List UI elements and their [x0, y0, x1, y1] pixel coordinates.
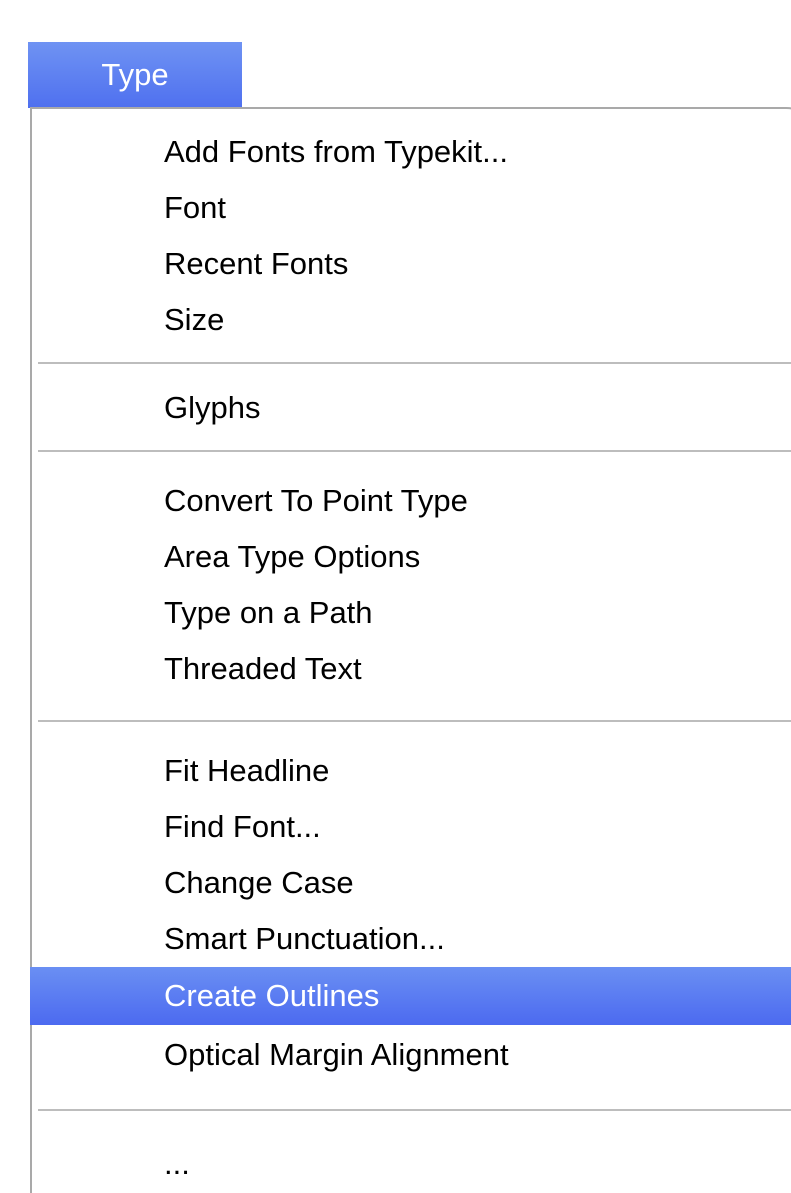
menu-item-change-case[interactable]: Change Case	[32, 855, 791, 911]
menu-item-smart-punctuation[interactable]: Smart Punctuation...	[32, 911, 791, 967]
menu-title-type[interactable]: Type	[28, 42, 242, 108]
menu-item-more[interactable]: ...	[32, 1136, 791, 1192]
menu-item-type-on-a-path[interactable]: Type on a Path	[32, 585, 791, 641]
menu-item-add-fonts-from-typekit[interactable]: Add Fonts from Typekit...	[32, 124, 791, 180]
menu-item-recent-fonts[interactable]: Recent Fonts	[32, 236, 791, 292]
menu-item-optical-margin-alignment[interactable]: Optical Margin Alignment	[32, 1027, 791, 1083]
menu-item-threaded-text[interactable]: Threaded Text	[32, 641, 791, 697]
menu-item-fit-headline[interactable]: Fit Headline	[32, 743, 791, 799]
menu-item-font[interactable]: Font	[32, 180, 791, 236]
menu-item-create-outlines[interactable]: Create Outlines	[30, 967, 791, 1025]
menu-item-size[interactable]: Size	[32, 292, 791, 348]
menu-separator	[38, 720, 791, 722]
menu-item-area-type-options[interactable]: Area Type Options	[32, 529, 791, 585]
menu-item-convert-to-point-type[interactable]: Convert To Point Type	[32, 473, 791, 529]
menu-separator	[38, 1109, 791, 1111]
menu-separator	[38, 362, 791, 364]
menu-item-find-font[interactable]: Find Font...	[32, 799, 791, 855]
type-menu-dropdown: Add Fonts from Typekit... Font Recent Fo…	[30, 107, 791, 1193]
menu-separator	[38, 450, 791, 452]
menu-item-glyphs[interactable]: Glyphs	[32, 380, 791, 436]
